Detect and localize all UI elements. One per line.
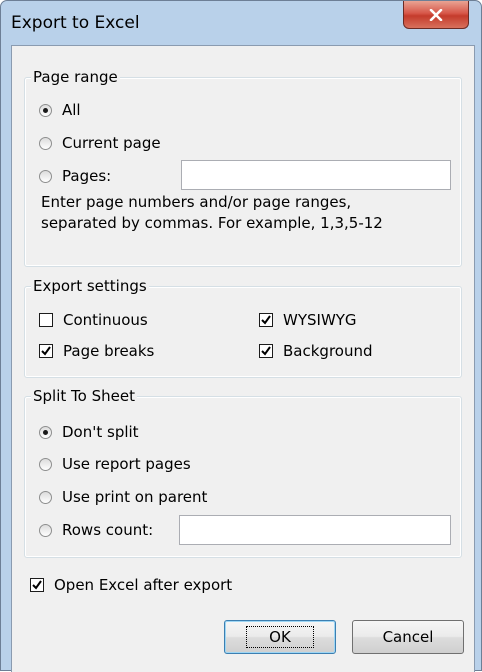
radio-use-report-pages-button[interactable] xyxy=(39,457,52,471)
page-range-hint-line1: Enter page numbers and/or page ranges, xyxy=(41,193,352,211)
split-to-sheet-group: Split To Sheet Don't split Use report pa… xyxy=(24,387,462,558)
radio-dont-split[interactable]: Don't split xyxy=(39,423,139,441)
cancel-button[interactable]: Cancel xyxy=(352,620,464,654)
checkbox-wysiwyg-label: WYSIWYG xyxy=(283,311,357,329)
ok-button[interactable]: OK xyxy=(224,620,336,654)
radio-pages-button[interactable] xyxy=(39,169,52,183)
page-range-hint: Enter page numbers and/or page ranges, s… xyxy=(41,192,461,234)
rows-count-input[interactable] xyxy=(179,515,451,545)
pages-input[interactable] xyxy=(181,160,451,190)
radio-rows-count[interactable]: Rows count: xyxy=(39,521,153,539)
radio-use-report-pages-label: Use report pages xyxy=(62,455,191,473)
radio-all-label: All xyxy=(62,101,81,119)
ok-button-label: OK xyxy=(246,626,314,648)
radio-pages-label: Pages: xyxy=(62,167,112,185)
close-icon xyxy=(429,8,443,21)
radio-current-page-label: Current page xyxy=(62,134,161,152)
radio-current-page[interactable]: Current page xyxy=(39,134,161,152)
checkbox-continuous[interactable]: Continuous xyxy=(39,311,148,329)
checkbox-wysiwyg-box[interactable] xyxy=(259,313,273,327)
cancel-button-label: Cancel xyxy=(382,628,434,646)
checkbox-continuous-box[interactable] xyxy=(39,313,53,327)
dialog-window: Export to Excel Page range All Current p… xyxy=(0,0,482,672)
window-title: Export to Excel xyxy=(11,13,140,33)
checkmark-icon xyxy=(261,346,271,356)
radio-dont-split-button[interactable] xyxy=(39,425,52,439)
checkmark-icon xyxy=(32,580,42,590)
checkbox-open-excel[interactable]: Open Excel after export xyxy=(30,576,232,594)
radio-rows-count-button[interactable] xyxy=(39,523,52,537)
page-range-hint-line2: separated by commas. For example, 1,3,5-… xyxy=(41,214,383,232)
checkbox-open-excel-box[interactable] xyxy=(30,578,44,592)
close-button[interactable] xyxy=(403,1,469,29)
checkmark-icon xyxy=(261,315,271,325)
checkbox-page-breaks[interactable]: Page breaks xyxy=(39,342,154,360)
radio-pages[interactable]: Pages: xyxy=(39,167,111,185)
checkbox-page-breaks-label: Page breaks xyxy=(63,342,155,360)
export-settings-group: Export settings Continuous WYSIWYG Page … xyxy=(24,277,462,378)
radio-current-page-button[interactable] xyxy=(39,136,52,150)
dialog-content: Page range All Current page Pages: Enter… xyxy=(11,45,475,672)
radio-all[interactable]: All xyxy=(39,101,81,119)
checkbox-open-excel-label: Open Excel after export xyxy=(54,576,233,594)
checkbox-background[interactable]: Background xyxy=(259,342,373,360)
radio-rows-count-label: Rows count: xyxy=(62,521,154,539)
radio-use-print-on-parent-button[interactable] xyxy=(39,490,52,504)
split-to-sheet-legend: Split To Sheet xyxy=(31,387,137,405)
checkmark-icon xyxy=(41,346,51,356)
checkbox-continuous-label: Continuous xyxy=(63,311,148,329)
checkbox-page-breaks-box[interactable] xyxy=(39,344,53,358)
radio-dont-split-label: Don't split xyxy=(62,423,139,441)
radio-use-print-on-parent[interactable]: Use print on parent xyxy=(39,488,207,506)
checkbox-wysiwyg[interactable]: WYSIWYG xyxy=(259,311,357,329)
page-range-legend: Page range xyxy=(31,68,120,86)
radio-use-print-on-parent-label: Use print on parent xyxy=(62,488,208,506)
radio-use-report-pages[interactable]: Use report pages xyxy=(39,455,191,473)
checkbox-background-label: Background xyxy=(283,342,373,360)
radio-all-button[interactable] xyxy=(39,103,52,117)
page-range-group: Page range All Current page Pages: Enter… xyxy=(24,68,462,267)
title-bar[interactable]: Export to Excel xyxy=(1,1,482,45)
checkbox-background-box[interactable] xyxy=(259,344,273,358)
export-settings-legend: Export settings xyxy=(31,277,149,295)
